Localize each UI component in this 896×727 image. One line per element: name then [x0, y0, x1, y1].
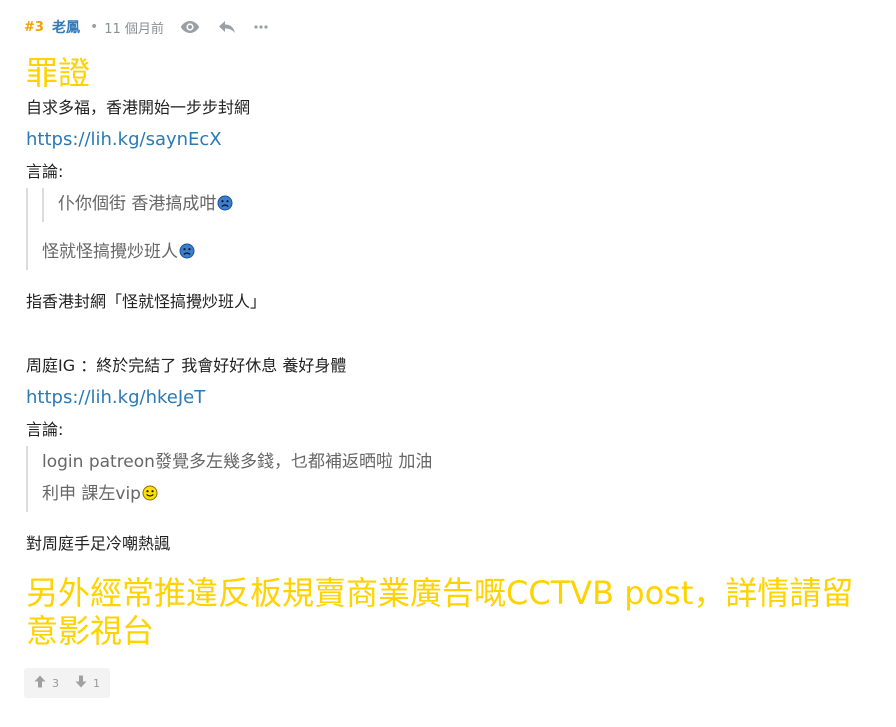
note-text: 對周庭手足冷嘲熱諷 — [26, 534, 171, 553]
comment-label: 言論: — [26, 420, 64, 439]
quote-line: 怪就怪搞攪炒班人 — [42, 236, 876, 270]
post-time: 11 個月前 — [104, 21, 164, 37]
quote-text: 怪就怪搞攪炒班人 — [42, 242, 178, 262]
more-icon[interactable] — [254, 25, 268, 29]
upvote-button[interactable]: 3 — [34, 675, 59, 691]
post-number[interactable]: #3 — [24, 20, 44, 35]
sad-emoji-icon — [217, 190, 233, 222]
comment-label: 言論: — [26, 162, 64, 181]
downvote-count: 1 — [93, 676, 100, 690]
quote-line: 仆你個街 香港搞成咁 — [58, 188, 876, 222]
quote-text: 利申 課左vip — [42, 484, 141, 504]
link-hkejet[interactable]: https://lih.kg/hkeJeT — [26, 382, 205, 414]
nested-quote: 仆你個街 香港搞成咁 — [42, 188, 876, 222]
intro-text: 自求多福，香港開始一步步封網 — [26, 98, 251, 117]
quote-block: 仆你個街 香港搞成咁 怪就怪搞攪炒班人 — [26, 188, 876, 270]
smile-emoji-icon — [142, 480, 158, 512]
post-meta: #3 老鳳 • 11 個月前 — [24, 14, 876, 40]
note-text: 指香港封網「怪就怪搞攪炒班人」 — [26, 292, 267, 311]
post-title: 罪證 — [26, 54, 91, 92]
link-saynecx[interactable]: https://lih.kg/saynEcX — [26, 124, 222, 156]
vote-bar: 3 1 — [24, 668, 110, 698]
quote-text: 仆你個街 香港搞成咁 — [58, 194, 217, 214]
eye-icon[interactable] — [180, 20, 200, 34]
quote-line: login patreon發覺多左幾多錢，乜都補返晒啦 加油 — [42, 452, 433, 472]
sad-emoji-icon — [179, 238, 195, 270]
thumbs-down-icon — [75, 675, 87, 691]
quote-block: login patreon發覺多左幾多錢，乜都補返晒啦 加油 利申 課左vip — [26, 446, 876, 512]
thumbs-up-icon — [34, 675, 46, 691]
reply-icon[interactable] — [218, 20, 236, 34]
quote-line: 利申 課左vip — [42, 478, 876, 512]
author-name[interactable]: 老鳳 — [52, 17, 80, 37]
post: #3 老鳳 • 11 個月前 罪證 自求多福，香港開始一步步封網 https:/… — [24, 14, 876, 698]
paragraph-text: 周庭IG ：終於完結了 我會好好休息 養好身體 — [26, 356, 347, 375]
footer-highlight: 另外經常推違反板規賣商業廣告嘅CCTVB post，詳情請留意影視台 — [26, 574, 854, 650]
upvote-count: 3 — [52, 676, 59, 690]
meta-separator: • — [89, 19, 99, 35]
downvote-button[interactable]: 1 — [75, 675, 100, 691]
